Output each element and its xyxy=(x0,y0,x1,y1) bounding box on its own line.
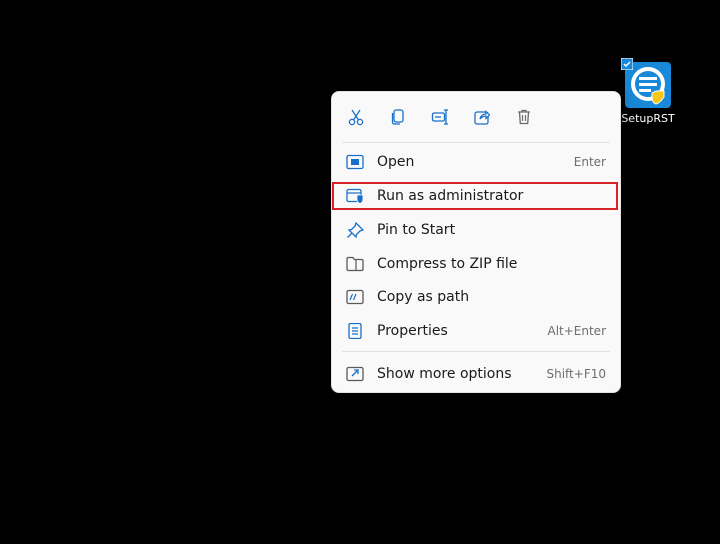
menu-item-label: Copy as path xyxy=(377,289,470,305)
rename-button[interactable] xyxy=(429,106,451,128)
menu-item-label: Open xyxy=(377,154,415,170)
trash-icon xyxy=(518,109,530,125)
context-menu-toolbar xyxy=(332,92,620,142)
shield-icon xyxy=(346,188,364,204)
setup-app-icon xyxy=(621,58,673,110)
menu-item-run-as-administrator[interactable]: Run as administrator xyxy=(336,182,616,210)
menu-item-open[interactable]: Open Enter xyxy=(336,148,616,176)
menu-item-shortcut: Alt+Enter xyxy=(547,324,606,338)
desktop: SetupRST Open Enter Run as administrator… xyxy=(0,0,720,544)
desktop-icon-setuprst[interactable]: SetupRST xyxy=(617,58,679,125)
selected-check-icon xyxy=(621,58,633,70)
copy-path-icon xyxy=(346,289,364,305)
menu-item-shortcut: Shift+F10 xyxy=(546,367,606,381)
cut-button[interactable] xyxy=(345,106,367,128)
menu-item-show-more-options[interactable]: Show more options Shift+F10 xyxy=(336,360,616,388)
menu-item-compress-to-zip[interactable]: Compress to ZIP file xyxy=(336,250,616,278)
more-options-icon xyxy=(346,366,364,382)
menu-item-label: Run as administrator xyxy=(377,188,524,204)
zip-folder-icon xyxy=(346,256,364,272)
context-menu: Open Enter Run as administrator Pin to S… xyxy=(331,91,621,393)
menu-item-label: Properties xyxy=(377,323,448,339)
menu-item-properties[interactable]: Properties Alt+Enter xyxy=(336,317,616,345)
rename-icon xyxy=(431,109,448,125)
menu-item-pin-to-start[interactable]: Pin to Start xyxy=(336,216,616,244)
menu-item-label: Show more options xyxy=(377,366,512,382)
menu-item-copy-as-path[interactable]: Copy as path xyxy=(336,283,616,311)
share-button[interactable] xyxy=(471,106,493,128)
delete-button[interactable] xyxy=(513,106,535,128)
scissors-icon xyxy=(348,109,364,126)
share-icon xyxy=(474,110,491,125)
menu-item-label: Pin to Start xyxy=(377,222,456,238)
open-window-icon xyxy=(346,154,364,170)
menu-item-label: Compress to ZIP file xyxy=(377,256,518,272)
desktop-icon-label: SetupRST xyxy=(621,112,675,125)
toolbar-divider xyxy=(342,142,610,143)
properties-icon xyxy=(348,323,362,339)
copy-button[interactable] xyxy=(387,106,409,128)
menu-item-shortcut: Enter xyxy=(573,155,606,169)
copy-icon xyxy=(391,109,404,125)
pin-icon xyxy=(347,222,364,238)
menu-divider xyxy=(342,351,610,352)
